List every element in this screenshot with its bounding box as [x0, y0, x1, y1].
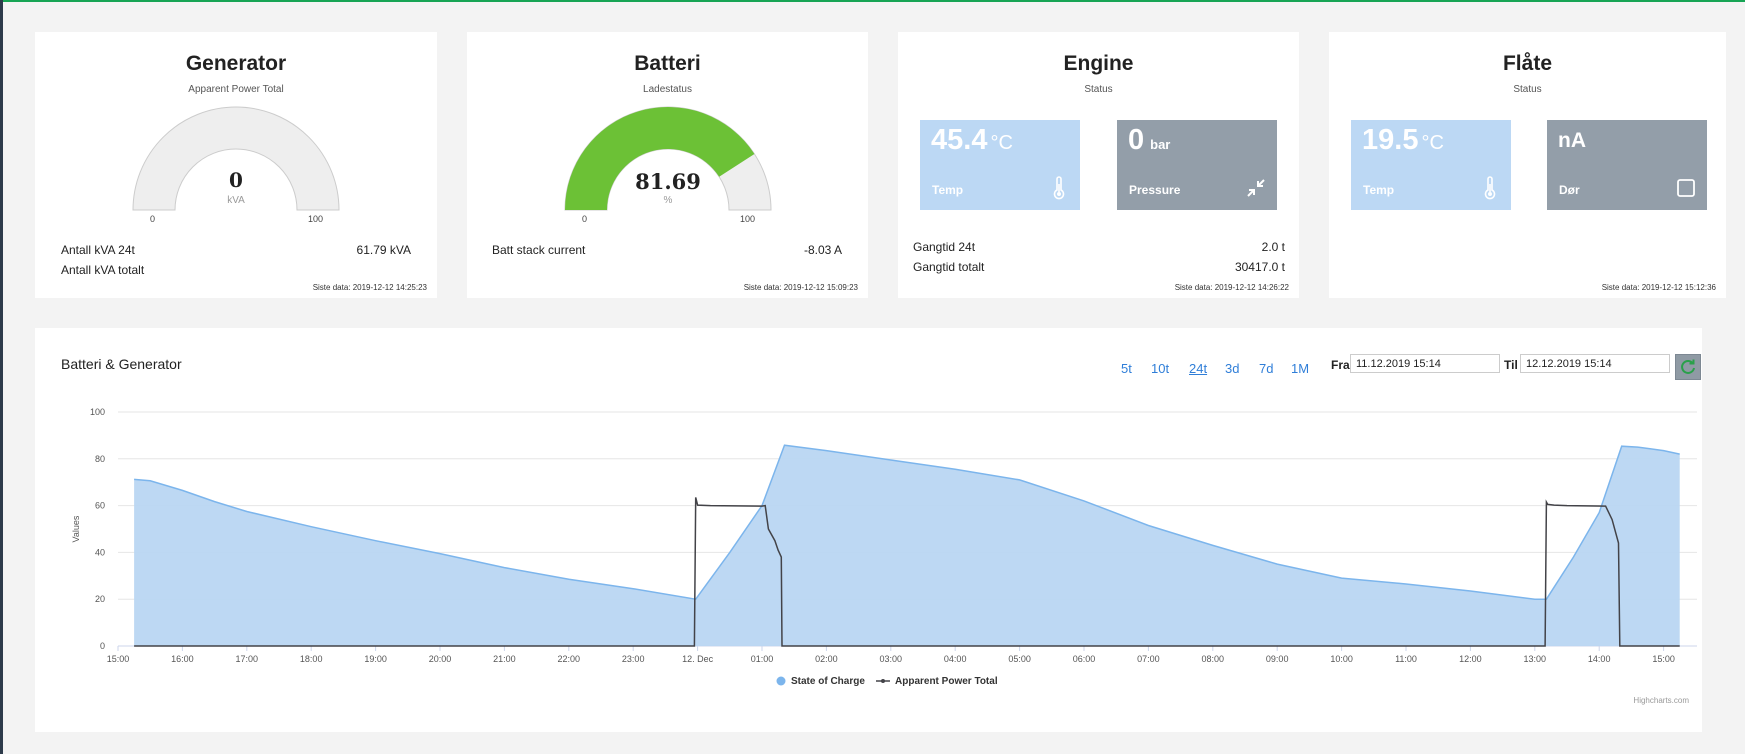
y-axis-title: Values	[71, 515, 81, 542]
engine-last-data: Siste data: 2019-12-12 14:26:22	[1174, 283, 1289, 292]
generator-gauge-max: 100	[308, 214, 324, 224]
x-tick-label: 14:00	[1588, 654, 1611, 664]
generator-gauge-value: 0	[229, 168, 243, 192]
compress-arrows-icon	[1247, 179, 1265, 197]
batteri-row-value: -8.03 A	[803, 243, 842, 257]
generator-gauge-unit: kVA	[227, 195, 245, 206]
engine-pressure-tile: 0 bar Pressure	[1117, 120, 1277, 210]
x-tick-label: 20:00	[429, 654, 452, 664]
y-tick-label: 0	[100, 641, 105, 651]
chart-panel: Batteri & Generator 5t 10t 24t 3d 7d 1M …	[35, 328, 1702, 732]
x-tick-label: 12. Dec	[682, 654, 714, 664]
flate-title: Flåte	[1502, 52, 1552, 75]
batteri-gauge-max: 100	[740, 214, 756, 224]
x-tick-label: 21:00	[493, 654, 516, 664]
y-tick-label: 80	[95, 454, 105, 464]
generator-row-label: Antall kVA 24t	[61, 243, 135, 257]
flate-door-label: Dør	[1559, 183, 1580, 197]
flate-door-tile: nA Dør	[1547, 120, 1707, 210]
engine-row-label: Gangtid totalt	[913, 260, 985, 274]
x-tick-label: 01:00	[751, 654, 774, 664]
engine-temp-value: 45.4 °C	[931, 124, 1013, 156]
batteri-card: Batteri Ladestatus 81.69 % 0 100 Batt st…	[467, 32, 868, 298]
batteri-row-label: Batt stack current	[492, 243, 586, 257]
generator-gauge-min: 0	[150, 214, 156, 224]
flate-temp-value: 19.5 °C	[1362, 124, 1444, 156]
engine-row-value: 2.0 t	[1261, 240, 1285, 254]
x-tick-label: 22:00	[558, 654, 581, 664]
x-tick-label: 15:00	[107, 654, 130, 664]
legend-label-apparent-power-total: Apparent Power Total	[895, 676, 998, 687]
generator-subtitle: Apparent Power Total	[188, 84, 284, 95]
chart-credits: Highcharts.com	[1633, 696, 1689, 705]
flate-door-value: nA	[1558, 129, 1586, 152]
x-tick-label: 08:00	[1202, 654, 1225, 664]
y-tick-label: 100	[90, 407, 105, 417]
x-tick-label: 05:00	[1008, 654, 1031, 664]
engine-pressure-value: 0 bar	[1128, 124, 1171, 156]
generator-last-data: Siste data: 2019-12-12 14:25:23	[312, 283, 427, 292]
x-tick-label: 16:00	[171, 654, 194, 664]
x-tick-label: 12:00	[1459, 654, 1482, 664]
x-tick-label: 15:00	[1652, 654, 1675, 664]
engine-temp-tile: 45.4 °C Temp	[920, 120, 1080, 210]
generator-row-label: Antall kVA totalt	[61, 263, 145, 277]
legend-marker-dot-apparent-power-total	[881, 679, 885, 683]
x-tick-label: 18:00	[300, 654, 323, 664]
legend-marker-state-of-charge	[776, 676, 786, 686]
y-tick-label: 40	[95, 547, 105, 557]
flate-last-data: Siste data: 2019-12-12 15:12:36	[1601, 283, 1716, 292]
engine-title: Engine	[1063, 52, 1134, 75]
x-tick-label: 09:00	[1266, 654, 1289, 664]
left-sidebar-edge	[0, 0, 3, 754]
batteri-gauge-unit: %	[663, 195, 673, 206]
generator-card: Generator Apparent Power Total 0 kVA 0 1…	[35, 32, 437, 298]
top-accent-bar	[0, 0, 1745, 2]
x-tick-label: 04:00	[944, 654, 967, 664]
x-tick-label: 19:00	[364, 654, 387, 664]
engine-row-value: 30417.0 t	[1234, 260, 1285, 274]
engine-temp-label: Temp	[932, 183, 964, 197]
x-tick-label: 03:00	[880, 654, 903, 664]
x-tick-label: 07:00	[1137, 654, 1160, 664]
batteri-title: Batteri	[634, 52, 701, 75]
generator-title: Generator	[185, 52, 287, 75]
thermometer-icon	[1053, 176, 1065, 200]
legend-label-state-of-charge: State of Charge	[791, 676, 865, 687]
checkbox-icon	[1677, 179, 1695, 197]
batteri-subtitle: Ladestatus	[643, 84, 692, 95]
flate-temp-tile: 19.5 °C Temp	[1351, 120, 1511, 210]
x-tick-label: 06:00	[1073, 654, 1096, 664]
x-tick-label: 02:00	[815, 654, 838, 664]
generator-gauge: 0 kVA 0 100	[132, 106, 340, 224]
x-tick-label: 11:00	[1395, 654, 1417, 664]
engine-row-label: Gangtid 24t	[913, 240, 976, 254]
engine-subtitle: Status	[1084, 84, 1113, 95]
chart-plot: 0 20 40 60 80 100 Values 15:00 16:00 17:00 18:00 19…	[71, 407, 1697, 687]
engine-card: Engine Status 45.4 °C Temp 0 bar Pressure …	[898, 32, 1299, 298]
thermometer-icon	[1484, 176, 1496, 200]
flate-subtitle: Status	[1513, 84, 1542, 95]
y-tick-label: 20	[95, 594, 105, 604]
y-tick-label: 60	[95, 501, 105, 511]
x-tick-label: 13:00	[1524, 654, 1547, 664]
batteri-gauge-min: 0	[582, 214, 588, 224]
flate-card: Flåte Status 19.5 °C Temp nA Dør Siste da…	[1329, 32, 1726, 298]
batteri-gauge: 81.69 % 0 100	[564, 106, 772, 224]
x-tick-label: 10:00	[1330, 654, 1353, 664]
batteri-last-data: Siste data: 2019-12-12 15:09:23	[743, 283, 858, 292]
flate-temp-label: Temp	[1363, 183, 1395, 197]
generator-row-value: 61.79 kVA	[356, 243, 411, 257]
x-tick-label: 23:00	[622, 654, 645, 664]
series-area-state-of-charge	[134, 445, 1680, 646]
batteri-gauge-value: 81.69	[635, 169, 701, 194]
engine-pressure-label: Pressure	[1129, 183, 1181, 197]
x-tick-label: 17:00	[236, 654, 259, 664]
